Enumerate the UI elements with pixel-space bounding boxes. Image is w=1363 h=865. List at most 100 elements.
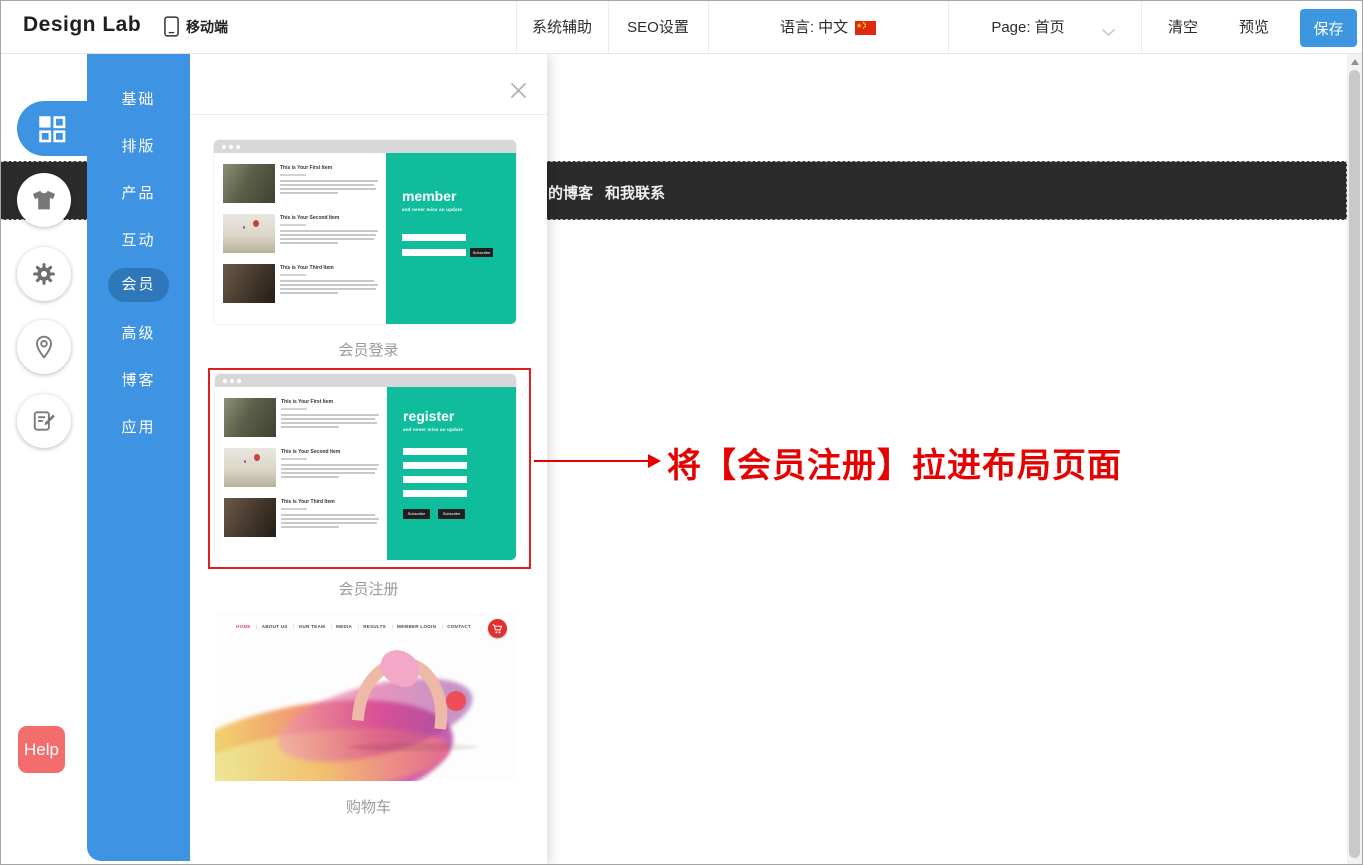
- cart-site-nav: HOME ABOUT US OUR TEAM MEDIA RESULTS MEM…: [215, 624, 492, 629]
- gear-icon: [31, 261, 57, 287]
- preview-button[interactable]: 预览: [1222, 1, 1286, 54]
- tshirt-icon: [30, 186, 58, 214]
- annotation-arrow: [534, 460, 650, 462]
- blog-photo: [224, 448, 276, 487]
- language-label: 语言: 中文: [780, 1, 848, 54]
- template-shopping-cart[interactable]: HOME ABOUT US OUR TEAM MEDIA RESULTS MEM…: [215, 613, 518, 781]
- compose-icon: [31, 408, 57, 434]
- toolbar-divider: [1141, 1, 1142, 53]
- blog-title: This is Your First Item: [281, 399, 381, 406]
- brand-logo: Design Lab: [23, 13, 141, 37]
- page-selector[interactable]: Page: 首页: [948, 1, 1108, 54]
- blog-photo: [223, 164, 275, 203]
- blog-post-preview: This is Your Second Item: [224, 448, 381, 487]
- blog-photo: [224, 398, 276, 437]
- cart-icon: [488, 619, 507, 638]
- form-field: [403, 448, 467, 455]
- site-nav-contact[interactable]: 和我联系: [605, 182, 665, 203]
- menu-item-product[interactable]: 产品: [87, 182, 190, 202]
- highlight-outline: This is Your First Item This is Your Sec…: [208, 368, 531, 569]
- form-field: [403, 490, 467, 497]
- blog-post-preview: This is Your Second Item: [223, 214, 380, 253]
- blog-title: This is Your Second Item: [281, 449, 381, 456]
- canvas-scrollbar[interactable]: [1347, 54, 1362, 865]
- menu-item-interaction[interactable]: 互动: [87, 229, 190, 249]
- panel-header: [190, 54, 547, 115]
- blog-title: This is Your Second Item: [280, 215, 380, 222]
- location-button[interactable]: [17, 320, 71, 374]
- blocks-grid-icon: [35, 112, 69, 146]
- menu-item-member[interactable]: 会员: [108, 268, 169, 302]
- site-nav-blog[interactable]: 的博客: [548, 182, 593, 203]
- location-pin-icon: [31, 334, 57, 360]
- blog-title: This is Your Third Item: [281, 499, 381, 506]
- blog-post-preview: This is Your First Item: [224, 398, 381, 437]
- blog-title: This is Your Third Item: [280, 265, 380, 272]
- template-caption-register: 会员注册: [190, 578, 547, 599]
- seo-settings-button[interactable]: SEO设置: [608, 1, 708, 54]
- language-selector[interactable]: 语言: 中文: [708, 1, 948, 54]
- blog-list-preview: This is Your First Item This is Your Sec…: [214, 153, 386, 324]
- template-caption-cart: 购物车: [190, 796, 547, 817]
- template-member-login[interactable]: This is Your First Item This is Your Sec…: [214, 140, 516, 324]
- gym-ball: [446, 691, 466, 711]
- annotation-arrowhead: [648, 454, 661, 468]
- help-button[interactable]: Help: [18, 726, 65, 773]
- nav-link: MEMBER LOGIN: [392, 624, 437, 629]
- close-icon[interactable]: [509, 81, 528, 100]
- template-caption-login: 会员登录: [190, 339, 547, 360]
- clear-button[interactable]: 清空: [1151, 1, 1215, 54]
- scroll-up-arrow-icon[interactable]: [1351, 59, 1359, 65]
- template-member-register[interactable]: This is Your First Item This is Your Sec…: [215, 374, 516, 560]
- nav-link: RESULTS: [358, 624, 386, 629]
- blog-photo: [223, 214, 275, 253]
- chevron-down-icon[interactable]: [1101, 24, 1116, 42]
- blog-photo: [224, 498, 276, 537]
- blog-post-preview: This is Your Third Item: [224, 498, 381, 537]
- widgets-tab[interactable]: [17, 101, 87, 156]
- menu-item-app[interactable]: 应用: [87, 416, 190, 436]
- annotation-text: 将【会员注册】拉进布局页面: [667, 438, 1122, 487]
- top-toolbar: Design Lab 移动端 系统辅助 SEO设置 语言: 中文 Page: 首…: [1, 1, 1362, 54]
- subscribe-button: Subscribe: [438, 509, 465, 519]
- system-assist-button[interactable]: 系统辅助: [516, 1, 608, 54]
- form-field: [403, 462, 467, 469]
- menu-item-blog[interactable]: 博客: [87, 369, 190, 389]
- nav-link: OUR TEAM: [293, 624, 325, 629]
- blog-post-preview: This is Your Third Item: [223, 264, 380, 303]
- blog-post-preview: This is Your First Item: [223, 164, 380, 203]
- browser-chrome-bar: [215, 374, 516, 387]
- china-flag-icon: [855, 21, 876, 35]
- nav-link: CONTACT: [442, 624, 471, 629]
- member-register-form-preview: register and never miss an update Subscr…: [387, 387, 516, 560]
- form-title: register: [403, 409, 516, 424]
- blog-title: This is Your First Item: [280, 165, 380, 172]
- mobile-mode-label: 移动端: [186, 17, 228, 37]
- form-field: [402, 234, 466, 241]
- form-field: [402, 249, 466, 256]
- template-thumbnail: This is Your First Item This is Your Sec…: [215, 374, 516, 560]
- subscribe-button: Subscribe: [470, 248, 493, 257]
- form-title: member: [402, 189, 516, 204]
- blog-photo: [223, 264, 275, 303]
- settings-button[interactable]: [17, 247, 71, 301]
- nav-link: ABOUT US: [256, 624, 287, 629]
- scrollbar-thumb[interactable]: [1349, 70, 1360, 858]
- mobile-phone-icon: [164, 16, 179, 37]
- menu-item-basic[interactable]: 基础: [87, 88, 190, 108]
- compose-button[interactable]: [17, 394, 71, 448]
- nav-link: HOME: [236, 624, 251, 629]
- save-button[interactable]: 保存: [1300, 9, 1357, 47]
- nav-link: MEDIA: [331, 624, 352, 629]
- member-login-form-preview: member and never miss an update Subscrib…: [386, 153, 516, 324]
- design-style-button[interactable]: [17, 173, 71, 227]
- template-thumbnail: This is Your First Item This is Your Sec…: [214, 140, 516, 324]
- shadow: [348, 743, 478, 751]
- design-lab-window: Design Lab 移动端 系统辅助 SEO设置 语言: 中文 Page: 首…: [0, 0, 1363, 865]
- subscribe-button: Subscribe: [403, 509, 430, 519]
- menu-item-advanced[interactable]: 高级: [87, 322, 190, 342]
- mobile-mode-button[interactable]: 移动端: [164, 16, 228, 37]
- widget-category-menu: 基础 排版 产品 互动 会员 高级 博客 应用: [87, 54, 190, 861]
- menu-item-layout[interactable]: 排版: [87, 135, 190, 155]
- template-panel: This is Your First Item This is Your Sec…: [190, 54, 547, 865]
